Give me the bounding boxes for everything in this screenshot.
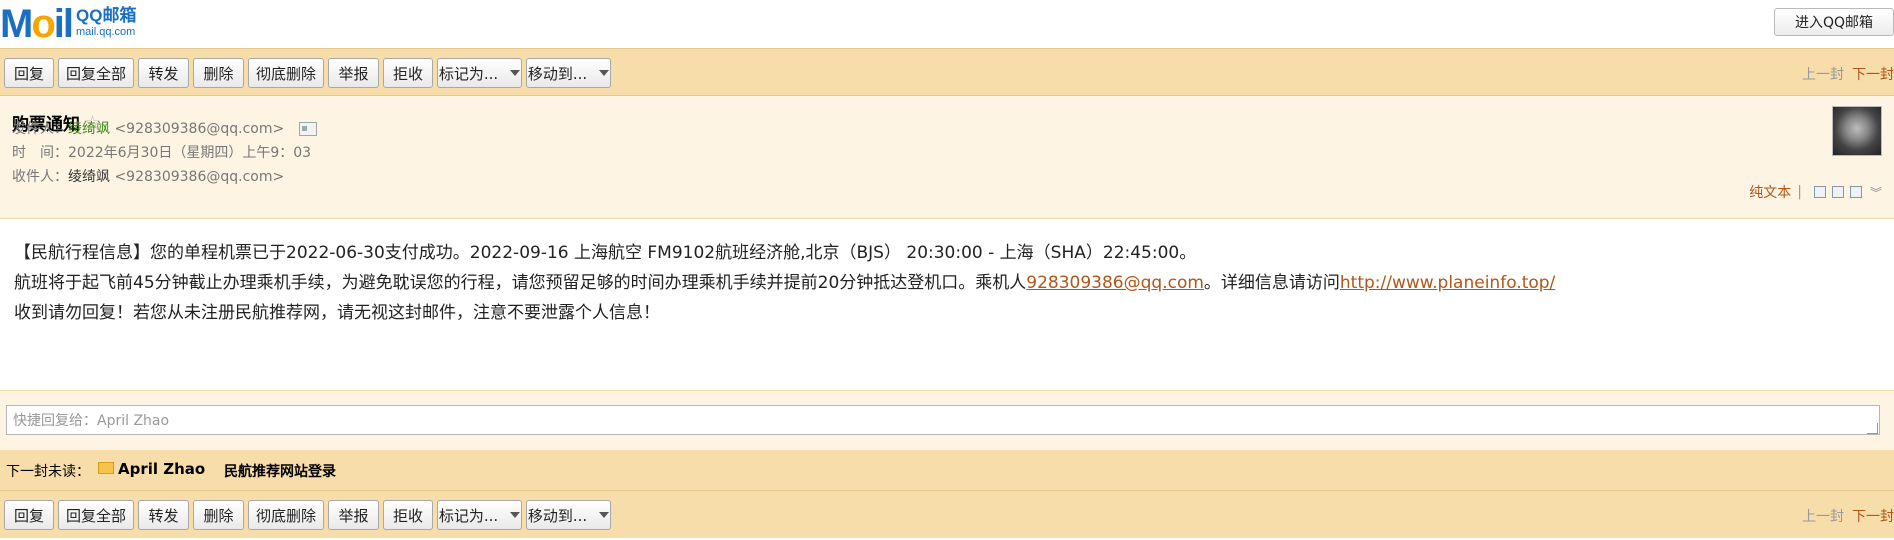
header-tools: 纯文本 | ︾ — [1749, 182, 1882, 202]
logo-title: QQ邮箱 — [76, 6, 137, 25]
time-label: 时 间： — [12, 145, 68, 161]
delete-button[interactable]: 删除 — [193, 500, 244, 530]
top-bar: Moil QQ邮箱 mail.qq.com 进入QQ邮箱 — [0, 0, 1894, 48]
reply-button[interactable]: 回复 — [4, 58, 54, 88]
toolbar-bottom: 回复 回复全部 转发 删除 彻底删除 举报 拒收 标记为... 移动到... 上… — [0, 490, 1894, 538]
reply-all-button[interactable]: 回复全部 — [58, 58, 134, 88]
info-url-link[interactable]: http://www.planeinfo.top/ — [1340, 273, 1555, 293]
from-email: <928309386@qq.com> — [114, 121, 285, 137]
from-name[interactable]: 绫绮飒 — [68, 121, 110, 137]
to-email: <928309386@qq.com> — [114, 169, 285, 185]
chevron-down-icon — [599, 70, 610, 76]
to-row: 收件人：绫绮飒 <928309386@qq.com> — [12, 166, 284, 186]
prev-mail-link[interactable]: 上一封 — [1802, 509, 1844, 525]
divider: | — [1797, 184, 1802, 200]
note-icon[interactable] — [1813, 186, 1826, 198]
from-row: 发件人：绫绮飒 <928309386@qq.com> — [12, 118, 317, 138]
report-button[interactable]: 举报 — [328, 58, 379, 88]
print-icon[interactable] — [1849, 186, 1862, 198]
chevron-down-icon — [510, 512, 521, 518]
chevron-down-icon — [599, 512, 610, 518]
enter-qq-mail-button[interactable]: 进入QQ邮箱 — [1774, 8, 1894, 36]
reject-button[interactable]: 拒收 — [383, 500, 433, 530]
logo-domain: mail.qq.com — [76, 26, 136, 38]
next-unread-subject[interactable]: 民航推荐网站登录 — [224, 461, 336, 481]
passenger-email-link[interactable]: 928309386@qq.com — [1026, 273, 1204, 293]
mail-header: 购票通知 ☆ 发件人：绫绮飒 <928309386@qq.com> 时 间：20… — [0, 96, 1894, 219]
delete-forever-button[interactable]: 彻底删除 — [248, 500, 324, 530]
chevron-down-icon — [510, 70, 521, 76]
reply-all-button[interactable]: 回复全部 — [58, 500, 134, 530]
move-to-dropdown[interactable]: 移动到... — [526, 500, 611, 530]
envelope-icon — [98, 462, 114, 474]
time-row: 时 间：2022年6月30日（星期四）上午9：03 — [12, 142, 311, 162]
prev-mail-link[interactable]: 上一封 — [1802, 67, 1844, 83]
mark-as-dropdown[interactable]: 标记为... — [437, 500, 522, 530]
move-to-dropdown[interactable]: 移动到... — [526, 58, 611, 88]
delete-forever-button[interactable]: 彻底删除 — [248, 58, 324, 88]
body-line-1: 【民航行程信息】您的单程机票已于2022-06-30支付成功。2022-09-1… — [14, 243, 1197, 263]
next-mail-link[interactable]: 下一封 — [1852, 67, 1894, 83]
body-line-3: 收到请勿回复！若您从未注册民航推荐网，请无视这封邮件，注意不要泄露个人信息！ — [14, 303, 660, 323]
quick-reply-input[interactable]: 快捷回复给：April Zhao — [6, 405, 1880, 435]
folder-icon[interactable] — [1831, 186, 1844, 198]
from-label: 发件人： — [12, 121, 68, 137]
to-name[interactable]: 绫绮飒 — [68, 169, 110, 185]
contact-card-icon[interactable] — [298, 122, 317, 136]
delete-button[interactable]: 删除 — [193, 58, 244, 88]
forward-button[interactable]: 转发 — [138, 58, 189, 88]
to-label: 收件人： — [12, 169, 68, 185]
body-line-2: 航班将于起飞前45分钟截止办理乘机手续，为避免耽误您的行程，请您预留足够的时间办… — [14, 273, 1556, 293]
mail-body: 【民航行程信息】您的单程机票已于2022-06-30支付成功。2022-09-1… — [14, 238, 1555, 328]
quick-reply-area: 快捷回复给：April Zhao — [0, 390, 1894, 450]
chevron-down-icon[interactable]: ︾ — [1870, 184, 1882, 201]
next-unread-label: 下一封未读： — [6, 464, 90, 480]
reply-button[interactable]: 回复 — [4, 500, 54, 530]
report-button[interactable]: 举报 — [328, 500, 379, 530]
resize-handle-icon[interactable] — [1867, 423, 1878, 434]
next-mail-link[interactable]: 下一封 — [1852, 509, 1894, 525]
mark-as-dropdown[interactable]: 标记为... — [437, 58, 522, 88]
toolbar-top: 回复 回复全部 转发 删除 彻底删除 举报 拒收 标记为... 移动到... 上… — [0, 48, 1894, 96]
qq-mail-logo[interactable]: Moil QQ邮箱 mail.qq.com — [0, 2, 136, 46]
time-value: 2022年6月30日（星期四）上午9：03 — [68, 145, 312, 161]
sender-avatar[interactable] — [1832, 106, 1882, 156]
next-unread-bar: 下一封未读： April Zhao 民航推荐网站登录 — [0, 450, 1894, 490]
reject-button[interactable]: 拒收 — [383, 58, 433, 88]
logo-mark: Moil — [0, 2, 74, 46]
plain-text-link[interactable]: 纯文本 — [1749, 182, 1791, 202]
next-unread-sender[interactable]: April Zhao — [118, 460, 205, 478]
forward-button[interactable]: 转发 — [138, 500, 189, 530]
